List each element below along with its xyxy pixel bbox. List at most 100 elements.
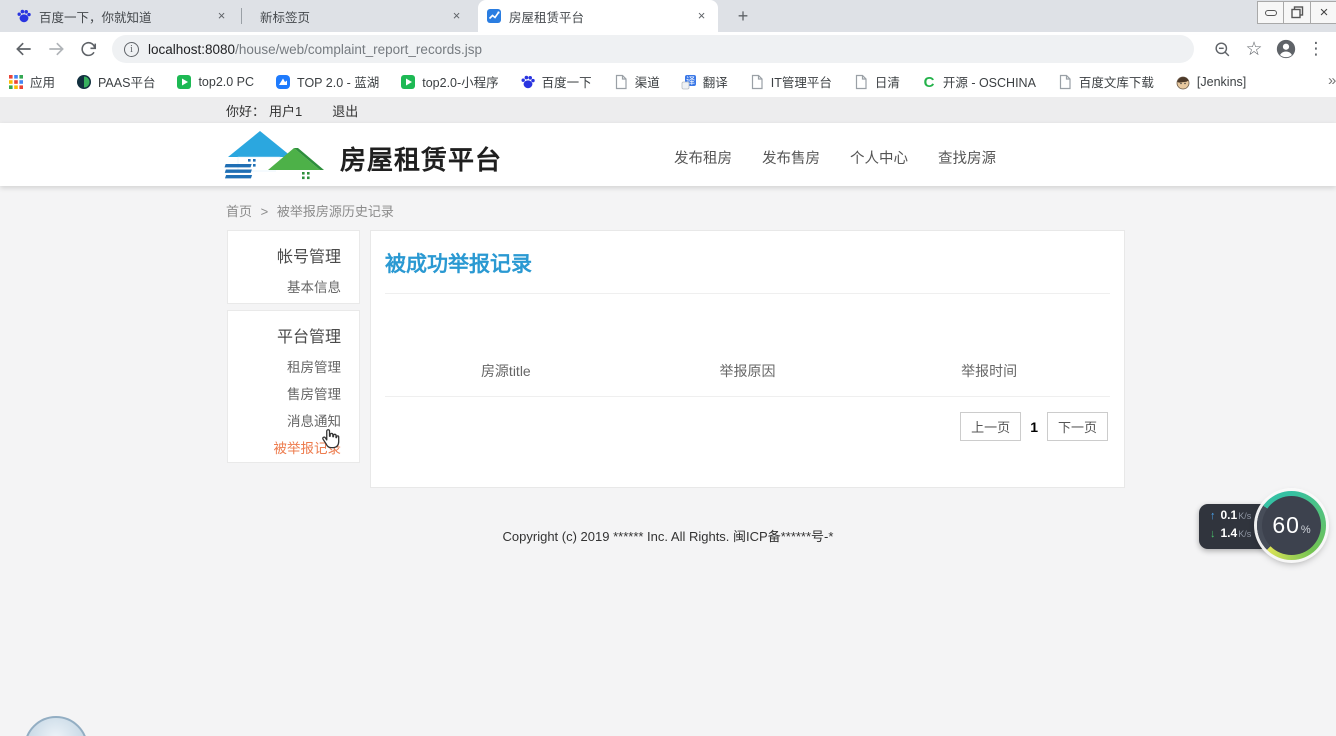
bookmark-label: top2.0 PC bbox=[198, 75, 254, 89]
tab-newtab[interactable]: 新标签页 × bbox=[245, 0, 473, 32]
address-bar[interactable]: i localhost:8080/house/web/complaint_rep… bbox=[112, 35, 1194, 63]
gauge-percent-value: 60 bbox=[1272, 512, 1300, 539]
bookmark-star-button[interactable]: ☆ bbox=[1240, 35, 1268, 63]
download-speed-unit: K/s bbox=[1238, 529, 1251, 539]
bookmark-it-platform[interactable]: IT管理平台 bbox=[749, 72, 832, 91]
oschina-icon: C bbox=[921, 74, 937, 90]
minimize-icon bbox=[1265, 10, 1277, 16]
bookmark-label: 日清 bbox=[875, 72, 900, 91]
minimize-button[interactable] bbox=[1257, 1, 1284, 24]
bookmark-lanhu[interactable]: TOP 2.0 - 蓝湖 bbox=[275, 72, 379, 91]
profile-avatar-button[interactable] bbox=[1272, 35, 1300, 63]
bookmarks-overflow-icon[interactable]: » bbox=[1328, 72, 1336, 89]
translate-icon: 译 bbox=[681, 74, 697, 90]
column-report-reason: 举报原因 bbox=[627, 361, 869, 396]
reload-icon bbox=[79, 40, 98, 59]
current-page-number: 1 bbox=[1030, 419, 1038, 435]
next-page-button[interactable]: 下一页 bbox=[1047, 412, 1108, 441]
breadcrumb-home-link[interactable]: 首页 bbox=[226, 204, 252, 219]
page-info-icon[interactable]: i bbox=[124, 42, 139, 57]
baidu-paw-icon bbox=[520, 74, 536, 90]
tab-close-icon[interactable]: × bbox=[213, 8, 230, 25]
bookmark-top2-pc[interactable]: top2.0 PC bbox=[176, 74, 254, 90]
bookmark-baidu[interactable]: 百度一下 bbox=[520, 72, 592, 91]
page-icon bbox=[853, 74, 869, 90]
sidebar-item-sale-mgmt[interactable]: 售房管理 bbox=[228, 376, 359, 403]
prev-page-button[interactable]: 上一页 bbox=[960, 412, 1021, 441]
sidebar-item-basic-info[interactable]: 基本信息 bbox=[228, 269, 359, 296]
avatar-icon bbox=[1275, 38, 1297, 60]
bookmark-label: 渠道 bbox=[635, 72, 660, 91]
sidebar-section-title: 平台管理 bbox=[228, 311, 359, 349]
bookmark-top2-miniapp[interactable]: top2.0-小程序 bbox=[400, 72, 498, 91]
mouse-cursor bbox=[317, 426, 343, 454]
bookmark-translate[interactable]: 译 翻译 bbox=[681, 72, 728, 91]
nav-personal-center[interactable]: 个人中心 bbox=[850, 147, 908, 168]
download-speed-value: 1.4 bbox=[1221, 526, 1238, 540]
nav-publish-sale[interactable]: 发布售房 bbox=[762, 147, 820, 168]
new-tab-button[interactable]: + bbox=[731, 5, 755, 29]
page-icon bbox=[749, 74, 765, 90]
page-icon bbox=[613, 74, 629, 90]
line-chart-icon bbox=[486, 8, 502, 24]
bookmark-label: 百度文库下载 bbox=[1079, 72, 1154, 91]
browser-toolbar: i localhost:8080/house/web/complaint_rep… bbox=[0, 32, 1336, 66]
breadcrumb-current: 被举报房源历史记录 bbox=[277, 204, 394, 219]
sidebar-item-rental-mgmt[interactable]: 租房管理 bbox=[228, 349, 359, 376]
bookmark-wenku-download[interactable]: 百度文库下载 bbox=[1057, 72, 1154, 91]
bookmark-label: 翻译 bbox=[703, 72, 728, 91]
memory-usage-gauge[interactable]: 60 % bbox=[1257, 491, 1326, 560]
site-logo[interactable] bbox=[224, 126, 332, 182]
nav-find-house[interactable]: 查找房源 bbox=[938, 147, 996, 168]
download-arrow-icon: ↓ bbox=[1210, 528, 1216, 540]
breadcrumb: 首页 > 被举报房源历史记录 bbox=[226, 201, 394, 220]
bookmark-label: 开源 - OSCHINA bbox=[943, 72, 1036, 91]
tab-baidu[interactable]: 百度一下，你就知道 × bbox=[8, 0, 238, 32]
tab-close-icon[interactable]: × bbox=[693, 8, 710, 25]
site-brand-title[interactable]: 房屋租赁平台 bbox=[340, 140, 502, 177]
bookmark-riqing[interactable]: 日清 bbox=[853, 72, 900, 91]
bookmark-paas[interactable]: PAAS平台 bbox=[76, 72, 155, 91]
green-play-icon bbox=[176, 74, 192, 90]
bookmark-jenkins[interactable]: [Jenkins] bbox=[1175, 74, 1246, 90]
main-nav: 发布租房 发布售房 个人中心 查找房源 bbox=[674, 147, 996, 168]
forward-button[interactable] bbox=[42, 35, 70, 63]
browser-menu-button[interactable]: ⋮ bbox=[1302, 35, 1330, 63]
restore-button[interactable] bbox=[1284, 1, 1311, 24]
tab-bar: 百度一下，你就知道 × 新标签页 × 房屋租赁平台 × + × bbox=[0, 0, 1336, 32]
upload-speed-value: 0.1 bbox=[1221, 508, 1238, 522]
reload-button[interactable] bbox=[74, 35, 102, 63]
browser-window: 百度一下，你就知道 × 新标签页 × 房屋租赁平台 × + × bbox=[0, 0, 1336, 736]
zoom-out-button[interactable] bbox=[1208, 35, 1236, 63]
table-header-row: 房源title 举报原因 举报时间 bbox=[385, 361, 1110, 397]
window-controls: × bbox=[1257, 1, 1336, 24]
bookmark-label: top2.0-小程序 bbox=[422, 72, 498, 91]
close-window-button[interactable]: × bbox=[1311, 1, 1336, 24]
url-path: /house/web/complaint_report_records.jsp bbox=[235, 42, 482, 57]
user-strip: 你好： 用户1 退出 bbox=[0, 97, 1336, 123]
upload-arrow-icon: ↑ bbox=[1210, 510, 1216, 522]
bookmark-label: IT管理平台 bbox=[771, 72, 832, 91]
nav-publish-rental[interactable]: 发布租房 bbox=[674, 147, 732, 168]
close-icon: × bbox=[1320, 4, 1329, 21]
zoom-out-icon bbox=[1213, 40, 1232, 59]
page-icon bbox=[1057, 74, 1073, 90]
tab-title: 百度一下，你就知道 bbox=[39, 7, 206, 26]
upload-speed-unit: K/s bbox=[1238, 511, 1251, 521]
column-house-title: 房源title bbox=[385, 361, 627, 396]
url-text: localhost:8080/house/web/complaint_repor… bbox=[148, 42, 482, 57]
column-report-time: 举报时间 bbox=[868, 361, 1110, 396]
bookmark-apps[interactable]: 应用 bbox=[8, 72, 55, 91]
bookmark-label: [Jenkins] bbox=[1197, 75, 1246, 89]
back-button[interactable] bbox=[10, 35, 38, 63]
forward-arrow-icon bbox=[46, 39, 66, 59]
bookmark-qudao[interactable]: 渠道 bbox=[613, 72, 660, 91]
svg-text:C: C bbox=[923, 74, 934, 90]
bookmark-oschina[interactable]: C 开源 - OSCHINA bbox=[921, 72, 1036, 91]
lanhu-icon bbox=[275, 74, 291, 90]
tab-house-platform[interactable]: 房屋租赁平台 × bbox=[478, 0, 718, 32]
logout-link[interactable]: 退出 bbox=[332, 101, 358, 120]
back-arrow-icon bbox=[14, 39, 34, 59]
url-host: localhost:8080 bbox=[148, 42, 235, 57]
tab-close-icon[interactable]: × bbox=[448, 8, 465, 25]
